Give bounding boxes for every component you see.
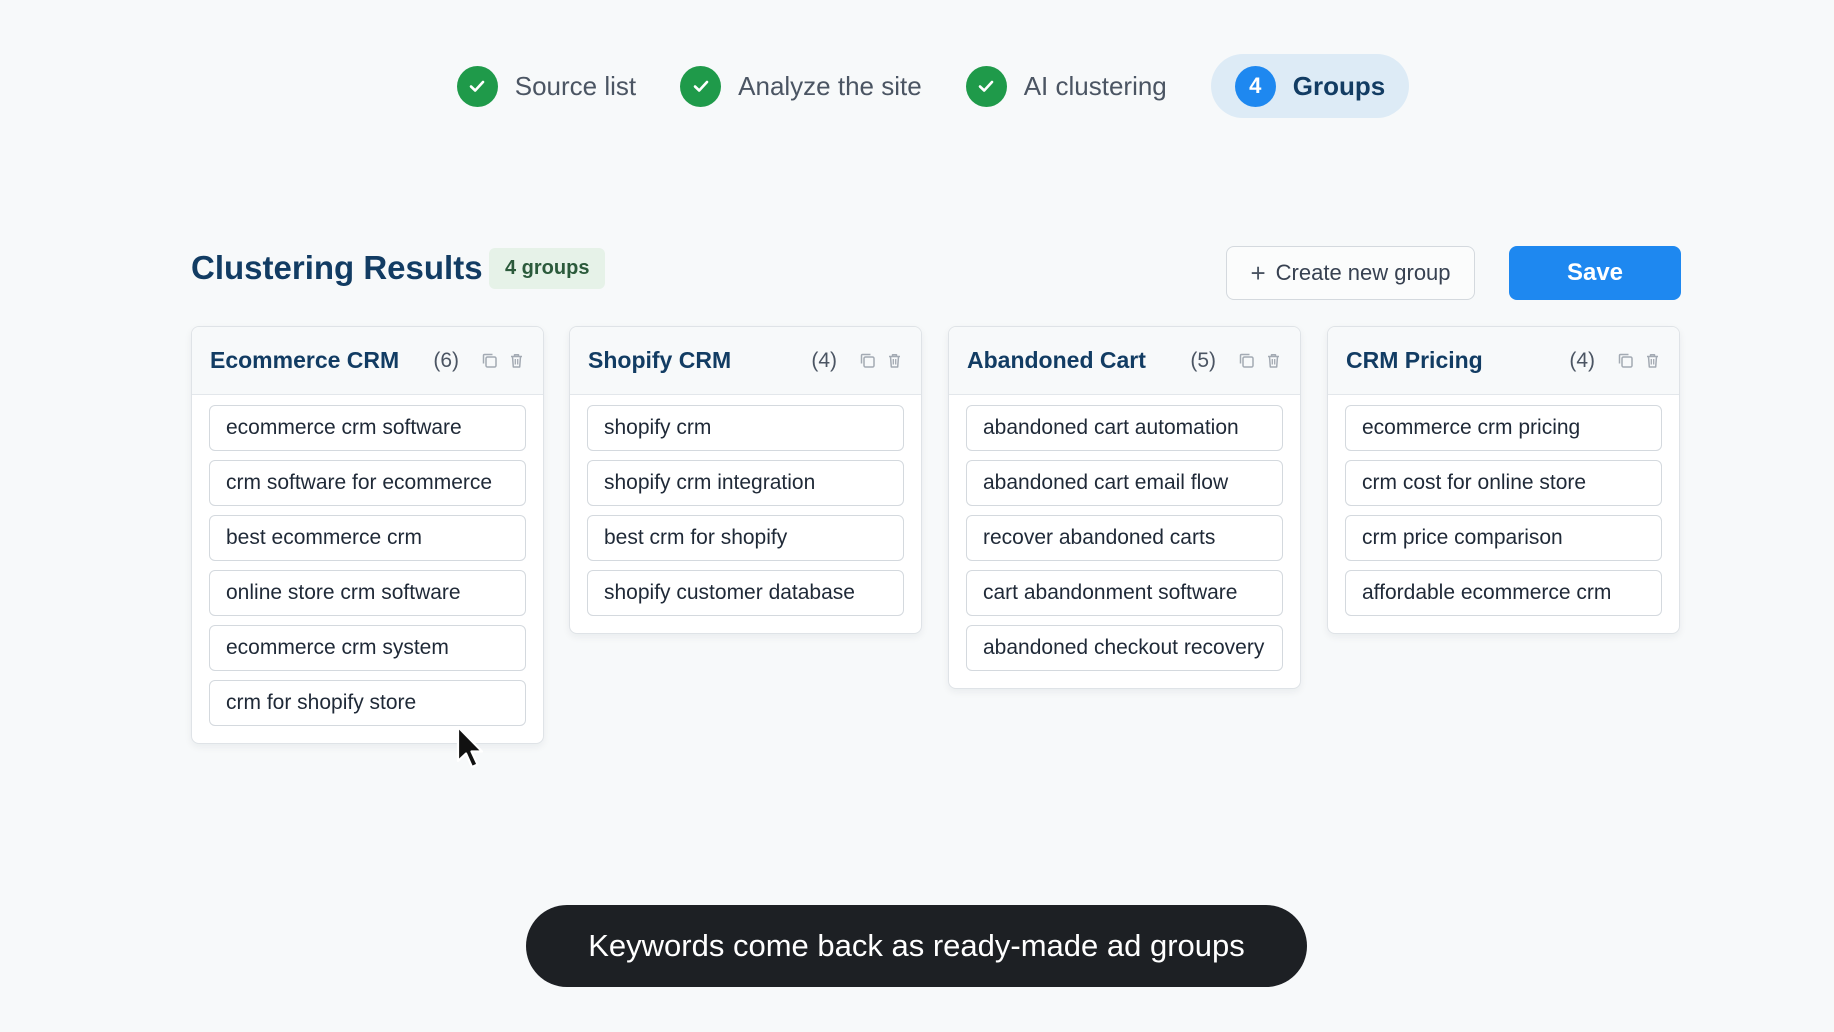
keyword-chip[interactable]: abandoned cart email flow — [966, 460, 1283, 506]
keyword-chip[interactable]: crm cost for online store — [1345, 460, 1662, 506]
group-card: Ecommerce CRM (6) ecommerce crm software cr… — [191, 326, 544, 744]
keyword-chip[interactable]: crm price comparison — [1345, 515, 1662, 561]
trash-icon[interactable] — [508, 352, 525, 369]
create-group-label: Create new group — [1275, 260, 1451, 285]
keyword-chip[interactable]: ecommerce crm system — [209, 625, 526, 671]
step-label: Groups — [1292, 70, 1386, 101]
copy-icon[interactable] — [481, 352, 498, 369]
copy-icon[interactable] — [1617, 352, 1634, 369]
copy-icon[interactable] — [1238, 352, 1255, 369]
group-card: Shopify CRM (4) shopify crm shopify crm int… — [569, 326, 922, 634]
group-card: CRM Pricing (4) ecommerce crm pricing crm c… — [1327, 326, 1680, 634]
group-keyword-count: (5) — [1190, 348, 1216, 372]
group-keyword-count: (6) — [433, 348, 459, 372]
keyword-chip[interactable]: cart abandonment software — [966, 570, 1283, 616]
group-card-header: Abandoned Cart (5) — [949, 327, 1300, 395]
keyword-list: ecommerce crm software crm software for e… — [192, 395, 543, 743]
step-analyze-site[interactable]: Analyze the site — [680, 54, 922, 118]
check-icon — [456, 65, 498, 107]
keyword-chip[interactable]: ecommerce crm software — [209, 405, 526, 451]
step-source-list[interactable]: Source list — [456, 54, 637, 118]
keyword-chip[interactable]: recover abandoned carts — [966, 515, 1283, 561]
keyword-list: abandoned cart automation abandoned cart … — [949, 395, 1300, 688]
page-title: Clustering Results — [191, 249, 483, 286]
keyword-chip[interactable]: shopify crm integration — [587, 460, 904, 506]
keyword-chip[interactable]: ecommerce crm pricing — [1345, 405, 1662, 451]
step-label: Analyze the site — [738, 70, 922, 101]
keyword-chip[interactable]: affordable ecommerce crm — [1345, 570, 1662, 616]
keyword-list: ecommerce crm pricing crm cost for online… — [1328, 395, 1679, 633]
save-button[interactable]: Save — [1509, 246, 1681, 300]
check-icon — [680, 65, 722, 107]
step-number-badge: 4 — [1234, 65, 1276, 107]
step-label: AI clustering — [1023, 70, 1167, 101]
group-card-header: Shopify CRM (4) — [570, 327, 921, 395]
keyword-chip[interactable]: abandoned cart automation — [966, 405, 1283, 451]
step-label: Source list — [514, 70, 637, 101]
create-group-button[interactable]: + Create new group — [1226, 246, 1475, 300]
step-ai-clustering[interactable]: AI clustering — [965, 54, 1167, 118]
group-title[interactable]: CRM Pricing — [1346, 347, 1569, 374]
group-card-header: CRM Pricing (4) — [1328, 327, 1679, 395]
keyword-chip[interactable]: best crm for shopify — [587, 515, 904, 561]
trash-icon[interactable] — [1644, 352, 1661, 369]
group-keyword-count: (4) — [1569, 348, 1595, 372]
group-keyword-count: (4) — [811, 348, 837, 372]
keyword-chip[interactable]: online store crm software — [209, 570, 526, 616]
keyword-chip[interactable]: shopify crm — [587, 405, 904, 451]
keyword-chip[interactable]: crm for shopify store — [209, 680, 526, 726]
keyword-chip[interactable]: best ecommerce crm — [209, 515, 526, 561]
group-card-header: Ecommerce CRM (6) — [192, 327, 543, 395]
trash-icon[interactable] — [886, 352, 903, 369]
keyword-chip[interactable]: abandoned checkout recovery — [966, 625, 1283, 671]
group-title[interactable]: Ecommerce CRM — [210, 347, 433, 374]
mouse-cursor-icon — [456, 725, 484, 769]
keyword-list: shopify crm shopify crm integration best c… — [570, 395, 921, 633]
check-icon — [965, 65, 1007, 107]
stepper: Source list Analyze the site AI clusteri… — [0, 54, 1834, 118]
groups-count-badge: 4 groups — [489, 248, 606, 289]
copy-icon[interactable] — [859, 352, 876, 369]
trash-icon[interactable] — [1265, 352, 1282, 369]
group-title[interactable]: Abandoned Cart — [967, 347, 1190, 374]
caption-banner: Keywords come back as ready-made ad grou… — [526, 905, 1307, 987]
group-card: Abandoned Cart (5) abandoned cart automati… — [948, 326, 1301, 689]
keyword-chip[interactable]: crm software for ecommerce — [209, 460, 526, 506]
keyword-chip[interactable]: shopify customer database — [587, 570, 904, 616]
plus-icon: + — [1250, 258, 1266, 288]
step-groups[interactable]: 4 Groups — [1210, 54, 1410, 118]
group-title[interactable]: Shopify CRM — [588, 347, 811, 374]
